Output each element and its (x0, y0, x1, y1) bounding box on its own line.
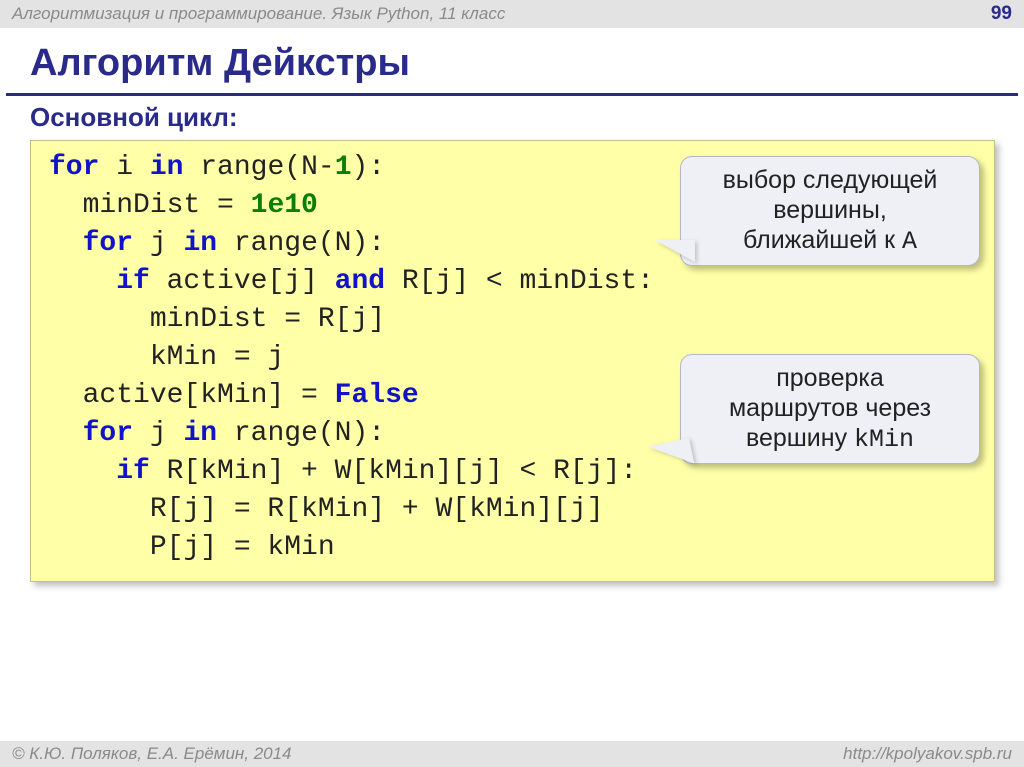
callout-select-vertex: выбор следующей вершины, ближайшей к A (680, 156, 980, 266)
callout-line: маршрутов через (695, 393, 965, 423)
code-kw: False (335, 380, 419, 411)
code-lit: 1 (335, 152, 352, 183)
code-text: R[j] = R[kMin] + W[kMin][j] (49, 494, 604, 525)
code-text: range(N): (217, 418, 385, 449)
code-text: i (99, 152, 149, 183)
callout-line: вершину kMin (695, 423, 965, 455)
code-text: range(N- (183, 152, 334, 183)
code-text: R[kMin] + W[kMin][j] < R[j]: (150, 456, 637, 487)
code-text: R[j] < minDist: (385, 266, 654, 297)
code-text: ): (352, 152, 386, 183)
callout-line: проверка (695, 363, 965, 393)
code-text: active[j] (150, 266, 335, 297)
slide-subtitle: Основной цикл: (0, 100, 1024, 139)
code-text: range(N): (217, 228, 385, 259)
code-kw: if (116, 266, 150, 297)
code-text: j (133, 228, 183, 259)
footer-url: http://kpolyakov.spb.ru (843, 744, 1012, 764)
callout-line: ближайшей к A (695, 225, 965, 257)
code-text (49, 228, 83, 259)
code-lit: 1e10 (251, 190, 318, 221)
page-number: 99 (991, 3, 1012, 25)
header-bar: Алгоритмизация и программирование. Язык … (0, 0, 1024, 28)
code-text: minDist = R[j] (49, 304, 385, 335)
callout-line: вершины, (695, 195, 965, 225)
copyright: © К.Ю. Поляков, Е.А. Ерёмин, 2014 (12, 744, 292, 764)
code-kw: in (183, 228, 217, 259)
code-kw: for (83, 228, 133, 259)
slide-title: Алгоритм Дейкстры (0, 28, 1024, 93)
code-kw: if (116, 456, 150, 487)
code-kw: in (150, 152, 184, 183)
callout-check-routes: проверка маршрутов через вершину kMin (680, 354, 980, 464)
callout-line: выбор следующей (695, 165, 965, 195)
course-title: Алгоритмизация и программирование. Язык … (12, 4, 505, 24)
code-text: P[j] = kMin (49, 532, 335, 563)
code-text: minDist = (49, 190, 251, 221)
code-text (49, 456, 116, 487)
code-text (49, 418, 83, 449)
code-kw: in (183, 418, 217, 449)
footer-bar: © К.Ю. Поляков, Е.А. Ерёмин, 2014 http:/… (0, 741, 1024, 767)
code-text (49, 266, 116, 297)
title-rule (6, 93, 1018, 96)
code-kw: for (83, 418, 133, 449)
code-kw: for (49, 152, 99, 183)
code-text: kMin = j (49, 342, 284, 373)
code-text: j (133, 418, 183, 449)
code-text: active[kMin] = (49, 380, 335, 411)
callout-pointer-icon (655, 240, 695, 262)
code-kw: and (335, 266, 385, 297)
